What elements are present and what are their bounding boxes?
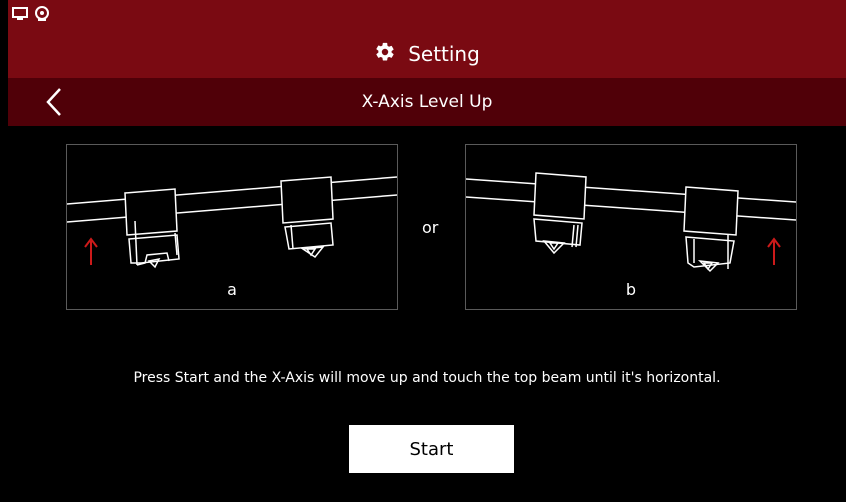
gear-icon [374, 41, 396, 67]
back-button[interactable] [36, 84, 72, 120]
start-button[interactable]: Start [349, 425, 514, 473]
page-title: Setting [408, 42, 480, 66]
section-title: X-Axis Level Up [361, 92, 493, 112]
up-arrow-icon [767, 237, 781, 265]
app-frame: Setting X-Axis Level Up a or b Press Sta… [8, 0, 846, 502]
monitor-icon [12, 6, 28, 22]
panel-label-a: a [227, 280, 237, 299]
up-arrow-icon [84, 237, 98, 265]
instruction-text: Press Start and the X-Axis will move up … [133, 370, 721, 386]
sub-header-bar: X-Axis Level Up [8, 78, 846, 126]
chevron-left-icon [46, 88, 61, 116]
status-bar [8, 0, 846, 30]
panel-label-b: b [625, 280, 637, 299]
illustration-panel-a: a [66, 144, 398, 310]
header-bar: Setting [8, 30, 846, 78]
or-separator: or [422, 218, 439, 237]
webcam-icon [34, 6, 50, 22]
illustration-panel-b: b [465, 144, 797, 310]
